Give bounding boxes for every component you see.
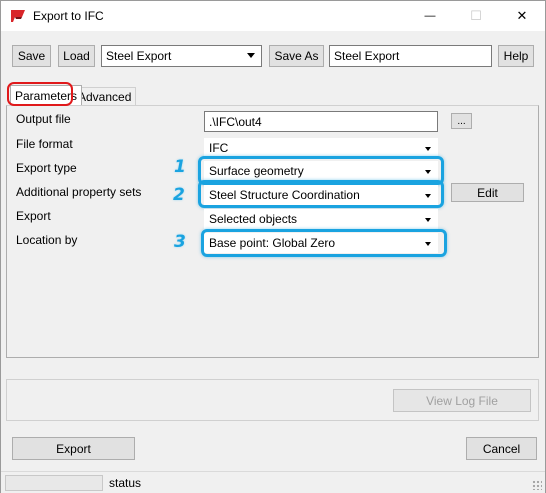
tab-advanced[interactable]: Advanced	[73, 87, 137, 105]
property-sets-select[interactable]: Steel Structure Coordination	[204, 185, 438, 205]
minimize-button[interactable]: —	[407, 1, 453, 31]
save-button[interactable]: Save	[12, 45, 51, 67]
file-format-select[interactable]: IFC	[204, 138, 438, 158]
property-sets-value: Steel Structure Coordination	[209, 188, 360, 202]
tab-parameters[interactable]: Parameters	[10, 85, 83, 105]
location-by-select[interactable]: Base point: Global Zero	[204, 233, 438, 253]
file-format-value: IFC	[209, 141, 229, 155]
file-format-label: File format	[16, 137, 73, 151]
export-type-label: Export type	[16, 161, 77, 175]
output-file-value: .\IFC\out4	[209, 114, 262, 129]
browse-output-button[interactable]: ...	[451, 113, 472, 129]
preset-select[interactable]: Steel Export	[101, 45, 262, 67]
export-scope-value: Selected objects	[209, 212, 298, 226]
maximize-button[interactable]: ☐	[453, 1, 499, 31]
app-icon	[11, 10, 25, 22]
export-type-select[interactable]: Surface geometry	[204, 161, 438, 181]
export-label: Export	[16, 209, 51, 223]
status-progress-field	[5, 475, 103, 491]
save-as-name-value: Steel Export	[334, 49, 400, 63]
close-button[interactable]: ✕	[499, 1, 545, 31]
help-button[interactable]: Help	[498, 45, 534, 67]
output-file-label: Output file	[16, 112, 71, 126]
window-title: Export to IFC	[33, 9, 104, 23]
status-bar: status	[1, 471, 545, 493]
maximize-icon: ☐	[470, 8, 482, 23]
output-file-input[interactable]: .\IFC\out4	[204, 111, 438, 132]
preset-value: Steel Export	[106, 49, 172, 63]
location-by-value: Base point: Global Zero	[209, 236, 336, 250]
export-to-ifc-dialog: Export to IFC — ☐ ✕ Save Load Steel Expo…	[0, 0, 546, 493]
callout-number-3: 3	[174, 232, 186, 252]
chevron-down-icon	[425, 242, 431, 246]
minimize-icon: —	[424, 10, 436, 22]
title-bar: Export to IFC — ☐ ✕	[1, 1, 545, 31]
property-sets-label: Additional property sets	[16, 185, 142, 199]
view-log-file-button[interactable]: View Log File	[393, 389, 531, 412]
chevron-down-icon	[425, 194, 431, 198]
chevron-down-icon	[247, 53, 255, 58]
edit-property-sets-button[interactable]: Edit	[451, 183, 524, 202]
export-type-value: Surface geometry	[209, 164, 304, 178]
chevron-down-icon	[425, 170, 431, 174]
status-text: status	[109, 476, 142, 490]
callout-number-1: 1	[174, 157, 186, 177]
load-button[interactable]: Load	[58, 45, 95, 67]
export-scope-select[interactable]: Selected objects	[204, 209, 438, 229]
close-icon: ✕	[516, 8, 528, 23]
resize-grip-icon[interactable]	[532, 480, 542, 490]
cancel-button[interactable]: Cancel	[466, 437, 537, 460]
chevron-down-icon	[425, 147, 431, 151]
export-button[interactable]: Export	[12, 437, 135, 460]
chevron-down-icon	[425, 218, 431, 222]
callout-number-2: 2	[173, 185, 185, 205]
save-as-name-input[interactable]: Steel Export	[329, 45, 492, 67]
location-by-label: Location by	[16, 233, 78, 247]
save-as-button[interactable]: Save As	[269, 45, 324, 67]
